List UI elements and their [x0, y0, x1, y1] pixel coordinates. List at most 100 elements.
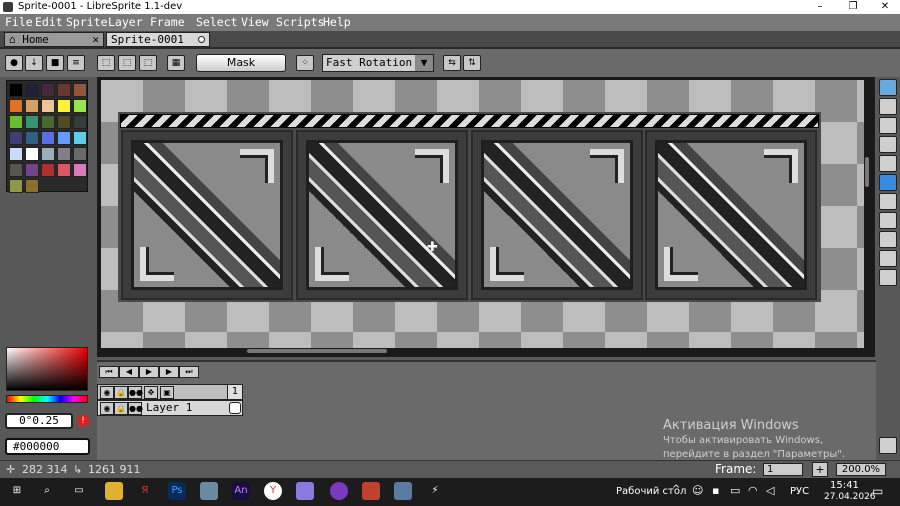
palette-swatch[interactable]: [73, 115, 87, 129]
warning-icon[interactable]: !: [77, 415, 89, 427]
volume-icon[interactable]: ◁: [766, 484, 774, 497]
palette-swatch[interactable]: [57, 83, 71, 97]
rotation-algorithm-select[interactable]: Fast Rotation ▼: [322, 54, 434, 72]
palette-swatch[interactable]: [73, 163, 87, 177]
cel-icon[interactable]: [229, 402, 241, 414]
brush-down-icon[interactable]: ↓: [25, 55, 43, 71]
tab-close-icon[interactable]: ✕: [92, 33, 99, 46]
last-frame-icon[interactable]: ⏭: [179, 366, 199, 378]
app-icon-3[interactable]: [394, 482, 412, 500]
vertical-scrollbar[interactable]: [865, 157, 869, 187]
menu-file[interactable]: File: [5, 15, 33, 29]
palette-swatch[interactable]: [41, 99, 55, 113]
windows-start-icon[interactable]: ⊞: [8, 482, 26, 500]
hue-slider[interactable]: [6, 395, 88, 403]
palette-swatch[interactable]: [25, 99, 39, 113]
sprite-image[interactable]: [118, 112, 821, 302]
task-view-icon[interactable]: ▭: [70, 482, 88, 500]
blur-tool-icon[interactable]: [879, 269, 897, 286]
palette-swatch[interactable]: [25, 115, 39, 129]
app-icon-4[interactable]: ⚡: [426, 482, 444, 500]
palette-swatch[interactable]: [57, 115, 71, 129]
pencil-tool-icon[interactable]: [879, 98, 897, 115]
palette-swatch[interactable]: [9, 131, 23, 145]
palette-swatch[interactable]: [73, 131, 87, 145]
tab-home[interactable]: ⌂ Home ✕: [4, 32, 104, 47]
menu-view[interactable]: View: [241, 15, 269, 29]
rectangle-tool-icon[interactable]: [879, 231, 897, 248]
paint-bucket-tool-icon[interactable]: [879, 193, 897, 210]
palette-swatch[interactable]: [41, 131, 55, 145]
eraser-tool-icon[interactable]: [879, 117, 897, 134]
palette-swatch[interactable]: [73, 99, 87, 113]
menu-select[interactable]: Select: [196, 15, 238, 29]
palette-swatch[interactable]: [25, 179, 39, 193]
continuous-icon[interactable]: ●●: [128, 386, 143, 399]
palette-swatch[interactable]: [25, 83, 39, 97]
libresprite-taskbar-icon[interactable]: [296, 482, 314, 500]
palette-swatch[interactable]: [41, 115, 55, 129]
palette-swatch[interactable]: [57, 163, 71, 177]
language-indicator[interactable]: РУС: [790, 486, 809, 497]
move-tool-icon[interactable]: [879, 174, 897, 191]
flip-vertical-icon[interactable]: ⇅: [463, 55, 481, 71]
menu-layer[interactable]: Layer: [108, 15, 143, 29]
first-frame-icon[interactable]: ⏮: [99, 366, 119, 378]
tab-sprite[interactable]: Sprite-0001: [106, 32, 210, 47]
maximize-button[interactable]: ❐: [838, 0, 868, 14]
opacity-field[interactable]: 0°0.25: [5, 413, 73, 429]
menu-scripts[interactable]: Scripts: [276, 15, 324, 29]
line-tool-icon[interactable]: [879, 212, 897, 229]
add-frame-button[interactable]: +: [812, 462, 828, 477]
palette-swatch[interactable]: [9, 163, 23, 177]
file-explorer-icon[interactable]: [105, 482, 123, 500]
layer-lock-icon[interactable]: 🔒: [114, 402, 128, 415]
menu-help[interactable]: Help: [323, 15, 351, 29]
link-cels-icon[interactable]: ▣: [160, 386, 174, 399]
next-frame-icon[interactable]: ▶: [159, 366, 179, 378]
wifi-icon[interactable]: ◠: [748, 484, 758, 497]
palette-swatch[interactable]: [9, 99, 23, 113]
canvas-view[interactable]: ✚: [101, 80, 864, 348]
palette-swatch[interactable]: [57, 147, 71, 161]
menu-edit[interactable]: Edit: [35, 15, 63, 29]
minimize-button[interactable]: –: [805, 0, 835, 14]
palette-swatch[interactable]: [25, 163, 39, 177]
zoom-field[interactable]: 200.0%: [836, 463, 886, 476]
palette-swatch[interactable]: [57, 99, 71, 113]
eyedropper-tool-icon[interactable]: [879, 136, 897, 153]
palette-swatch[interactable]: [41, 83, 55, 97]
hex-color-field[interactable]: #000000: [5, 438, 90, 455]
app-icon-1[interactable]: [200, 482, 218, 500]
lock-icon[interactable]: 🔒: [114, 386, 128, 399]
contour-tool-icon[interactable]: [879, 250, 897, 267]
layer-eye-icon[interactable]: ◉: [100, 402, 114, 415]
network-icon[interactable]: ▭: [730, 484, 740, 497]
palette-swatch[interactable]: [9, 83, 23, 97]
onion-skin-icon[interactable]: ✥: [144, 386, 158, 399]
winrar-icon[interactable]: [362, 482, 380, 500]
palette-swatch[interactable]: [41, 147, 55, 161]
search-icon[interactable]: ⌕: [38, 482, 56, 500]
flip-horizontal-icon[interactable]: ⇆: [443, 55, 461, 71]
brush-type-icon[interactable]: ●: [5, 55, 23, 71]
menu-sprite[interactable]: Sprite: [66, 15, 108, 29]
canvas-area[interactable]: ✚: [97, 77, 875, 357]
palette-swatch[interactable]: [9, 147, 23, 161]
palette-swatch[interactable]: [73, 147, 87, 161]
palette-swatch[interactable]: [73, 83, 87, 97]
palette-swatch[interactable]: [25, 131, 39, 145]
select-replace-icon[interactable]: ⬚: [97, 55, 115, 71]
clock-time[interactable]: 15:41: [830, 480, 859, 491]
tray-icon-1[interactable]: ▪: [712, 484, 719, 497]
frame-field[interactable]: 1: [763, 463, 803, 476]
chevron-up-icon[interactable]: ^: [672, 484, 680, 495]
brush-square-icon[interactable]: ■: [46, 55, 64, 71]
palette-swatch[interactable]: [9, 179, 23, 193]
palette-swatch[interactable]: [9, 115, 23, 129]
mask-button[interactable]: Mask: [196, 54, 286, 72]
animate-icon[interactable]: An: [232, 482, 250, 500]
clock-date[interactable]: 27.04.2026: [824, 492, 876, 502]
layer-row[interactable]: ◉ 🔒 ●● Layer 1: [97, 400, 243, 416]
eye-icon[interactable]: ◉: [100, 386, 114, 399]
